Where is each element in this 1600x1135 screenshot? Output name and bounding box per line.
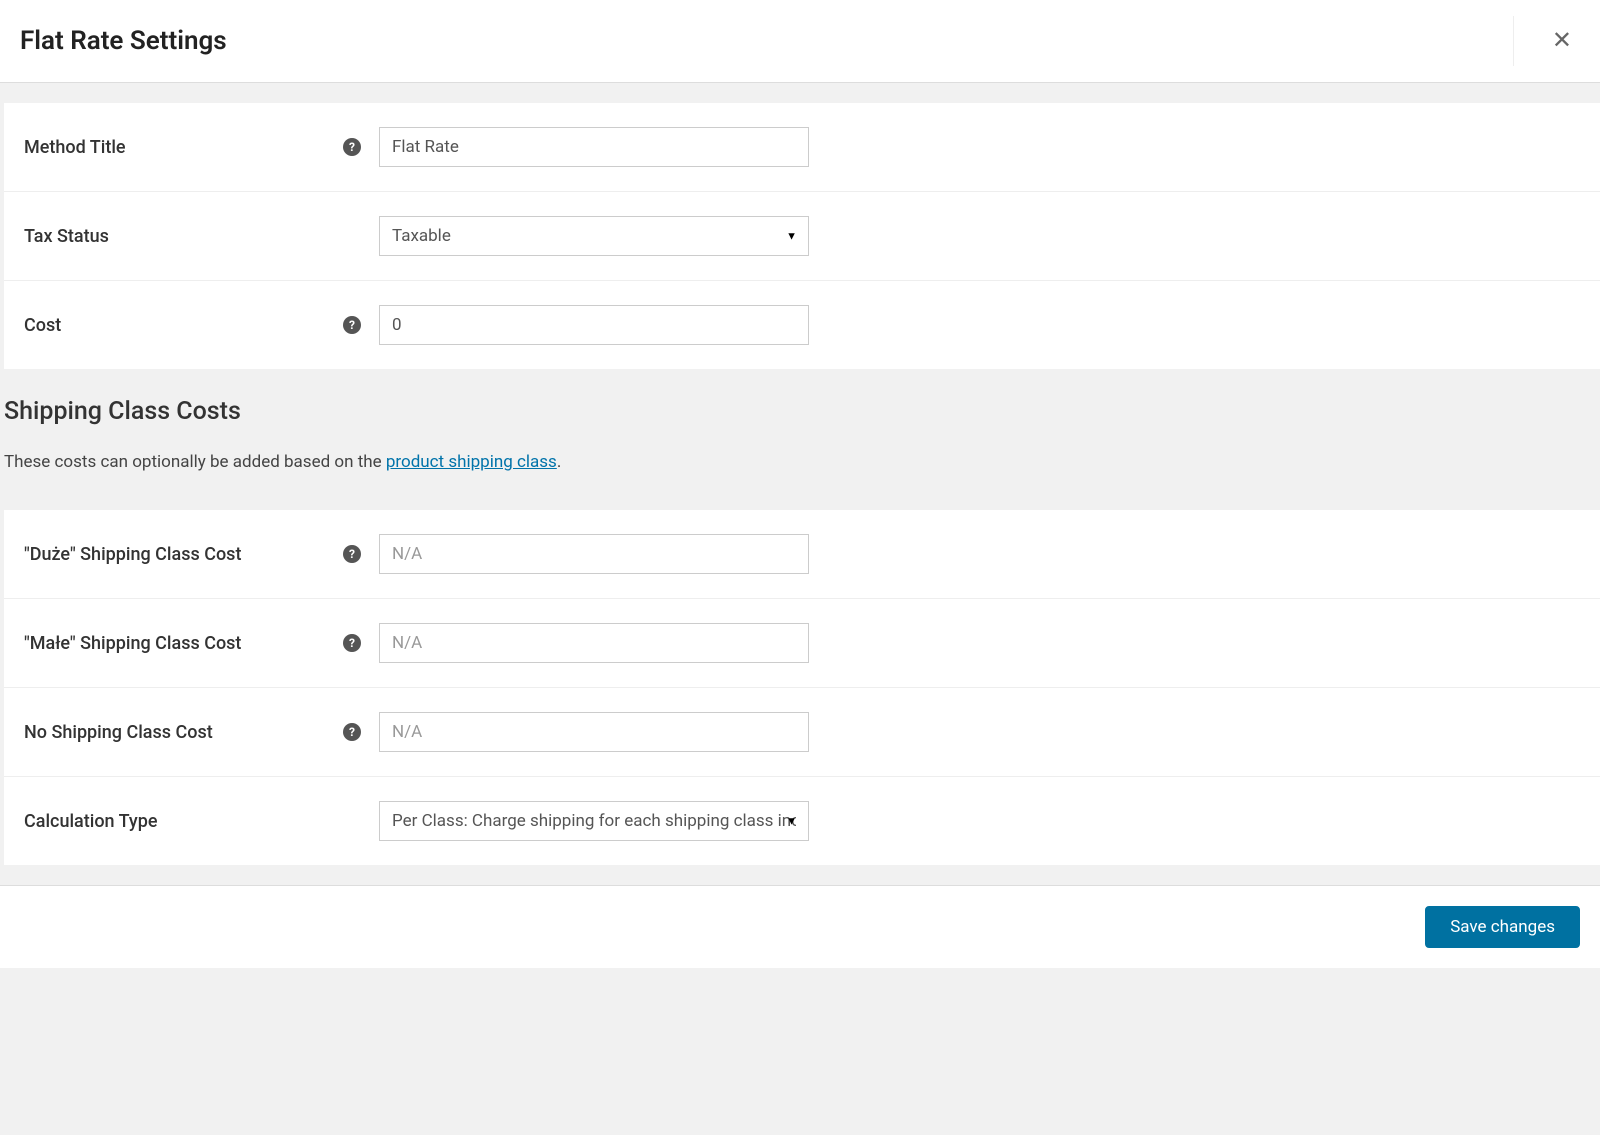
no-class-input[interactable] bbox=[379, 712, 809, 752]
footer: Save changes bbox=[0, 885, 1600, 968]
help-icon[interactable]: ? bbox=[343, 634, 361, 652]
save-changes-button[interactable]: Save changes bbox=[1425, 906, 1580, 948]
help-icon[interactable]: ? bbox=[343, 723, 361, 741]
cost-row: Cost ? bbox=[4, 281, 1600, 369]
shipping-class-costs-desc: These costs can optionally be added base… bbox=[0, 426, 1600, 490]
method-title-row: Method Title ? bbox=[4, 103, 1600, 192]
help-icon[interactable]: ? bbox=[343, 545, 361, 563]
close-area: ✕ bbox=[1513, 16, 1580, 66]
calc-type-select[interactable]: Per Class: Charge shipping for each ship… bbox=[379, 801, 809, 841]
tax-status-row: Tax Status Taxable bbox=[4, 192, 1600, 281]
header: Flat Rate Settings ✕ bbox=[0, 0, 1600, 83]
settings-table-2: "Duże" Shipping Class Cost ? "Małe" Ship… bbox=[4, 510, 1600, 865]
tax-status-label: Tax Status bbox=[24, 226, 379, 247]
duze-input[interactable] bbox=[379, 534, 809, 574]
male-label: "Małe" Shipping Class Cost ? bbox=[24, 633, 379, 654]
cost-label: Cost ? bbox=[24, 315, 379, 336]
male-input[interactable] bbox=[379, 623, 809, 663]
product-shipping-class-link[interactable]: product shipping class bbox=[386, 452, 557, 472]
calc-type-select-wrap: Per Class: Charge shipping for each ship… bbox=[379, 801, 809, 841]
settings-table-1: Method Title ? Tax Status Taxable Cost ? bbox=[4, 103, 1600, 369]
method-title-input[interactable] bbox=[379, 127, 809, 167]
close-button[interactable]: ✕ bbox=[1544, 29, 1580, 53]
method-title-label: Method Title ? bbox=[24, 137, 379, 158]
help-icon[interactable]: ? bbox=[343, 316, 361, 334]
tax-status-select[interactable]: Taxable bbox=[379, 216, 809, 256]
duze-label: "Duże" Shipping Class Cost ? bbox=[24, 544, 379, 565]
calc-type-label: Calculation Type bbox=[24, 811, 379, 832]
duze-row: "Duże" Shipping Class Cost ? bbox=[4, 510, 1600, 599]
no-class-row: No Shipping Class Cost ? bbox=[4, 688, 1600, 777]
shipping-class-costs-heading: Shipping Class Costs bbox=[0, 379, 1600, 426]
no-class-label: No Shipping Class Cost ? bbox=[24, 722, 379, 743]
tax-status-select-wrap: Taxable bbox=[379, 216, 809, 256]
help-icon[interactable]: ? bbox=[343, 138, 361, 156]
content: Method Title ? Tax Status Taxable Cost ?… bbox=[0, 103, 1600, 865]
calc-type-row: Calculation Type Per Class: Charge shipp… bbox=[4, 777, 1600, 865]
cost-input[interactable] bbox=[379, 305, 809, 345]
page-title: Flat Rate Settings bbox=[20, 26, 227, 56]
male-row: "Małe" Shipping Class Cost ? bbox=[4, 599, 1600, 688]
